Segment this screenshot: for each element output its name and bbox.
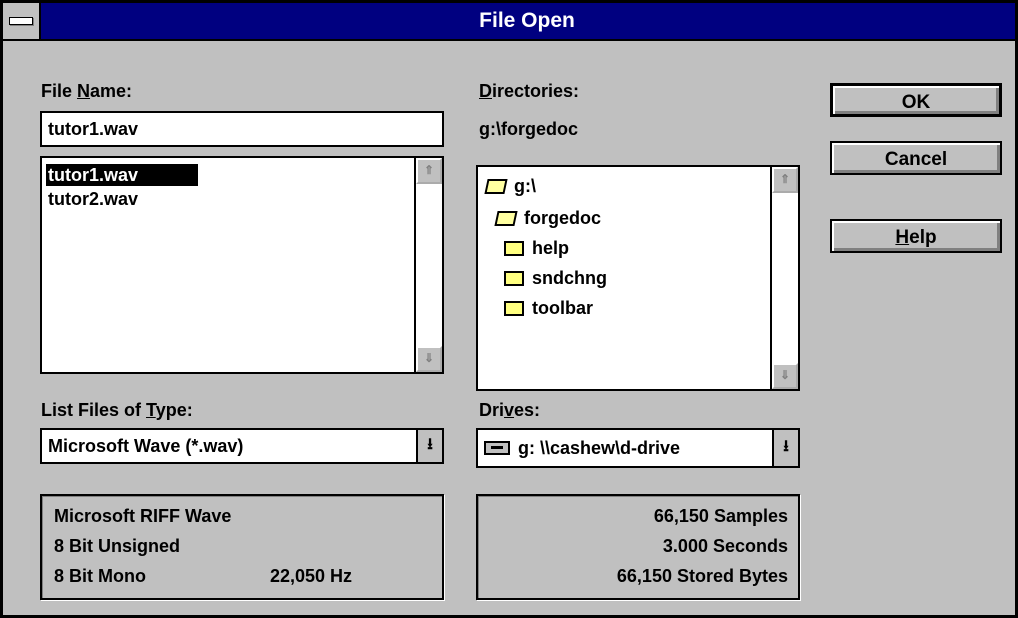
file-type-value: Microsoft Wave (*.wav) <box>48 436 244 456</box>
folder-icon <box>504 301 524 316</box>
folder-icon <box>504 241 524 256</box>
dir-item-toolbar[interactable]: toolbar <box>504 297 593 319</box>
file-name-label: File Name: <box>41 81 133 101</box>
dropdown-arrow-icon[interactable]: ⭳ <box>416 430 442 462</box>
file-open-dialog: File Open File Name: tutor1.wav tutor1.w… <box>0 0 1018 618</box>
drives-label: Drives: <box>479 400 541 420</box>
directory-scrollbar[interactable]: ⇑ ⇓ <box>770 167 798 389</box>
scroll-down-arrow-icon[interactable]: ⇓ <box>772 363 798 389</box>
file-type-select[interactable]: Microsoft Wave (*.wav) ⭳ <box>40 428 444 464</box>
system-menu-button[interactable] <box>3 3 41 39</box>
dir-item-root[interactable]: g:\ <box>484 175 536 197</box>
dir-item-sndchng[interactable]: sndchng <box>504 267 607 289</box>
current-directory: g:\forgedoc <box>479 119 578 139</box>
file-list-item-selected[interactable]: tutor1.wav <box>46 164 199 186</box>
drives-value: g: \\cashew\d-drive <box>518 438 681 458</box>
directory-tree[interactable]: g:\ forgedoc help sndchng toolbar ⇑ ⇓ <box>476 165 800 391</box>
dropdown-arrow-icon[interactable]: ⭳ <box>772 430 798 466</box>
open-folder-icon <box>484 179 508 194</box>
drives-select[interactable]: g: \\cashew\d-drive ⭳ <box>476 428 800 468</box>
cancel-button[interactable]: Cancel <box>830 141 1002 175</box>
sample-info-panel: 66,150 Samples 3.000 Seconds 66,150 Stor… <box>476 494 800 600</box>
format-info-panel: Microsoft RIFF Wave 8 Bit Unsigned 8 Bit… <box>40 494 444 600</box>
format-bits: 8 Bit Unsigned <box>54 536 181 556</box>
duration-seconds: 3.000 Seconds <box>662 536 788 556</box>
folder-icon <box>504 271 524 286</box>
format-sample-rate: 22,050 Hz <box>270 566 353 586</box>
file-list-scrollbar[interactable]: ⇑ ⇓ <box>414 158 442 372</box>
help-button[interactable]: Help <box>830 219 1002 253</box>
network-drive-icon <box>484 441 510 455</box>
scroll-up-arrow-icon[interactable]: ⇑ <box>772 167 798 193</box>
format-type: Microsoft RIFF Wave <box>54 506 232 526</box>
file-type-label: List Files of Type: <box>41 400 193 420</box>
ok-button[interactable]: OK <box>830 83 1002 117</box>
system-menu-icon <box>9 17 33 25</box>
dir-item-help[interactable]: help <box>504 237 569 259</box>
scroll-up-arrow-icon[interactable]: ⇑ <box>416 158 442 184</box>
stored-bytes: 66,150 Stored Bytes <box>616 566 788 586</box>
sample-count: 66,150 Samples <box>653 506 788 526</box>
scroll-down-arrow-icon[interactable]: ⇓ <box>416 346 442 372</box>
dir-item-forgedoc[interactable]: forgedoc <box>494 207 601 229</box>
format-channels: 8 Bit Mono <box>54 566 146 586</box>
window-title: File Open <box>479 9 575 32</box>
file-list[interactable]: tutor1.wav tutor2.wav ⇑ ⇓ <box>40 156 444 374</box>
open-folder-icon <box>494 211 518 226</box>
file-list-item[interactable]: tutor2.wav <box>48 188 138 210</box>
title-bar[interactable]: File Open <box>3 3 1015 41</box>
file-name-input[interactable]: tutor1.wav <box>40 111 444 147</box>
directories-label: Directories: <box>479 81 580 101</box>
